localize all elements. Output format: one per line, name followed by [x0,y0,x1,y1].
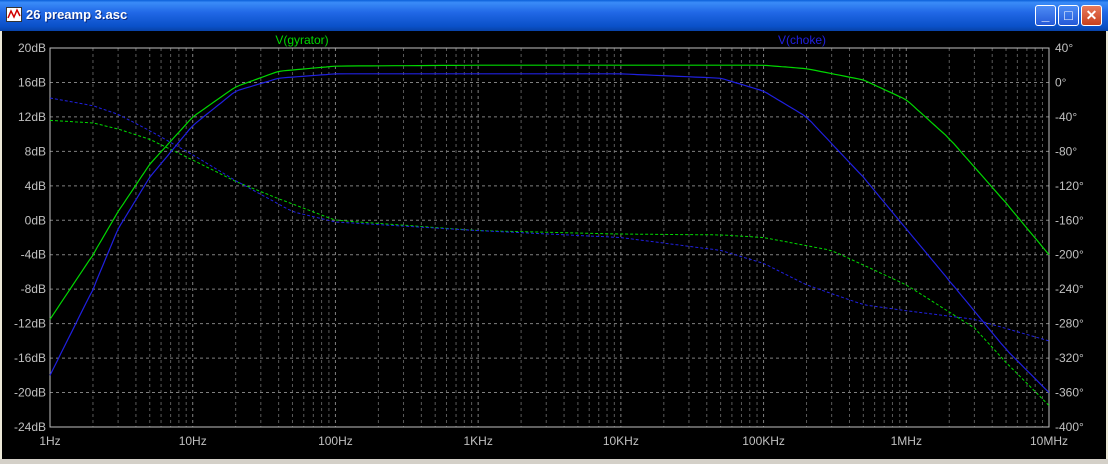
vchoke-legend-label: V(choke) [778,33,826,47]
x-tick-label: 10Hz [179,434,207,448]
y-left-tick-label: -24dB [14,420,46,434]
y-right-tick-label: 0° [1055,75,1067,89]
y-left-tick-label: -4dB [21,248,46,262]
y-left-tick-label: -8dB [21,282,46,296]
close-icon: ✕ [1085,7,1098,23]
plot-area[interactable]: 1Hz 10Hz 100Hz 1KHz 10KHz 100KHz 1MHz 10MHz 20dB… [2,31,1106,459]
y-right-tick-label: -400° [1055,420,1084,434]
close-button[interactable]: ✕ [1081,5,1102,26]
window-title: 26 preamp 3.asc [26,7,128,22]
y-left-tick-label: 4dB [25,179,46,193]
x-tick-label: 10MHz [1030,434,1068,448]
y-left-tick-label: -16dB [14,351,46,365]
series-layer [49,64,1050,406]
y-left-tick-label: 16dB [18,75,46,89]
y-right-tick-label: 40° [1055,41,1073,55]
y-right-tick-label: -40° [1055,110,1077,124]
plot-frame [49,47,1050,428]
y-right-tick-label: -320° [1055,351,1084,365]
waveform-app-icon[interactable] [6,7,22,22]
minimize-icon: _ [1041,7,1050,23]
x-tick-label: 100Hz [318,434,353,448]
minimize-button[interactable]: _ [1035,5,1056,26]
y-left-tick-label: 12dB [18,110,46,124]
vgyrator-legend-label: V(gyrator) [275,33,328,47]
maximize-icon: □ [1064,7,1073,23]
vgyrator-phase-line [49,119,1050,406]
title-bar[interactable]: 26 preamp 3.asc _ □ ✕ [0,0,1108,31]
x-tick-label: 100KHz [742,434,785,448]
bode-plot[interactable]: 1Hz 10Hz 100Hz 1KHz 10KHz 100KHz 1MHz 10MHz 20dB… [2,31,1106,459]
y-right-tick-label: -200° [1055,248,1084,262]
y-left-tick-label: 8dB [25,144,46,158]
application-window: 26 preamp 3.asc _ □ ✕ 1Hz 10Hz 100Hz 1KHz 10… [0,0,1108,459]
y-right-tick-label: -280° [1055,317,1084,331]
maximize-button[interactable]: □ [1058,5,1079,26]
x-tick-label: 10KHz [603,434,639,448]
y-right-tick-label: -80° [1055,144,1077,158]
y-right-tick-label: -160° [1055,213,1084,227]
x-tick-label: 1Hz [39,434,60,448]
y-left-tick-label: 20dB [18,41,46,55]
y-right-tick-label: -120° [1055,179,1084,193]
axis-labels: 1Hz 10Hz 100Hz 1KHz 10KHz 100KHz 1MHz 10MHz 20dB… [14,41,1084,448]
vchoke-magnitude-line [49,73,1050,393]
y-right-tick-label: -240° [1055,282,1084,296]
y-right-tick-label: -360° [1055,386,1084,400]
x-tick-label: 1KHz [463,434,492,448]
grid [49,47,1050,428]
legend: V(gyrator) V(choke) [275,33,826,47]
y-left-tick-label: 0dB [25,213,46,227]
x-tick-label: 1MHz [891,434,922,448]
y-left-tick-label: -20dB [14,386,46,400]
y-left-tick-label: -12dB [14,317,46,331]
